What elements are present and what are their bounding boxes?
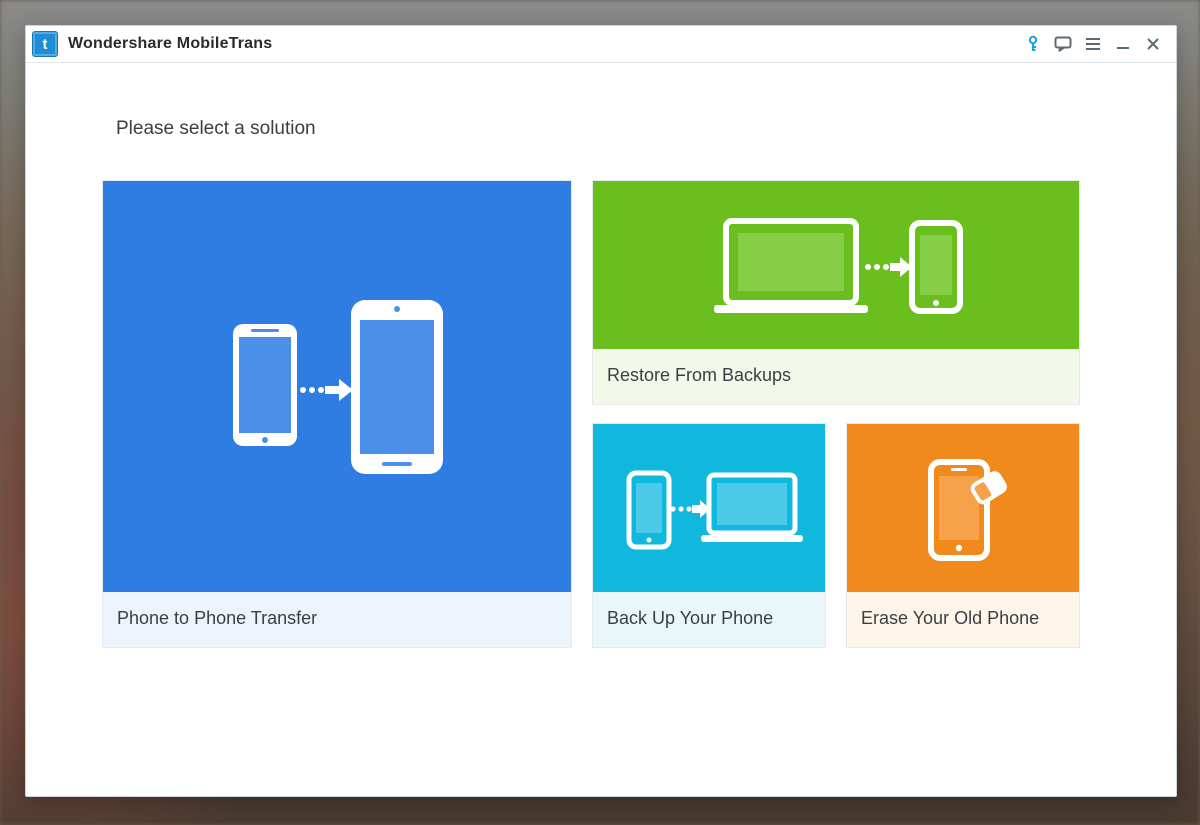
- backup-icon: [593, 424, 825, 592]
- solution-grid: Phone to Phone Transfer: [102, 180, 1100, 648]
- card-label: Erase Your Old Phone: [847, 592, 1079, 647]
- minimize-button[interactable]: [1110, 31, 1136, 57]
- titlebar: t Wondershare MobileTrans: [26, 26, 1176, 63]
- phone-to-phone-icon: [103, 181, 571, 592]
- card-label: Phone to Phone Transfer: [103, 592, 571, 647]
- card-label: Back Up Your Phone: [593, 592, 825, 647]
- content-area: Please select a solution: [26, 63, 1176, 796]
- register-key-button[interactable]: [1020, 31, 1046, 57]
- card-erase-phone[interactable]: Erase Your Old Phone: [846, 423, 1080, 648]
- erase-icon: [847, 424, 1079, 592]
- app-logo-icon: t: [32, 31, 58, 57]
- app-title: Wondershare MobileTrans: [68, 35, 272, 53]
- prompt-text: Please select a solution: [116, 118, 1176, 140]
- card-label: Restore From Backups: [593, 349, 1079, 404]
- right-bottom-row: Back Up Your Phone: [592, 423, 1080, 648]
- card-backup-phone[interactable]: Back Up Your Phone: [592, 423, 826, 648]
- card-restore-from-backups[interactable]: Restore From Backups: [592, 180, 1080, 405]
- menu-button[interactable]: [1080, 31, 1106, 57]
- feedback-button[interactable]: [1050, 31, 1076, 57]
- app-window: t Wondershare MobileTrans: [25, 25, 1177, 797]
- close-button[interactable]: [1140, 31, 1166, 57]
- card-phone-to-phone[interactable]: Phone to Phone Transfer: [102, 180, 572, 648]
- restore-icon: [593, 181, 1079, 349]
